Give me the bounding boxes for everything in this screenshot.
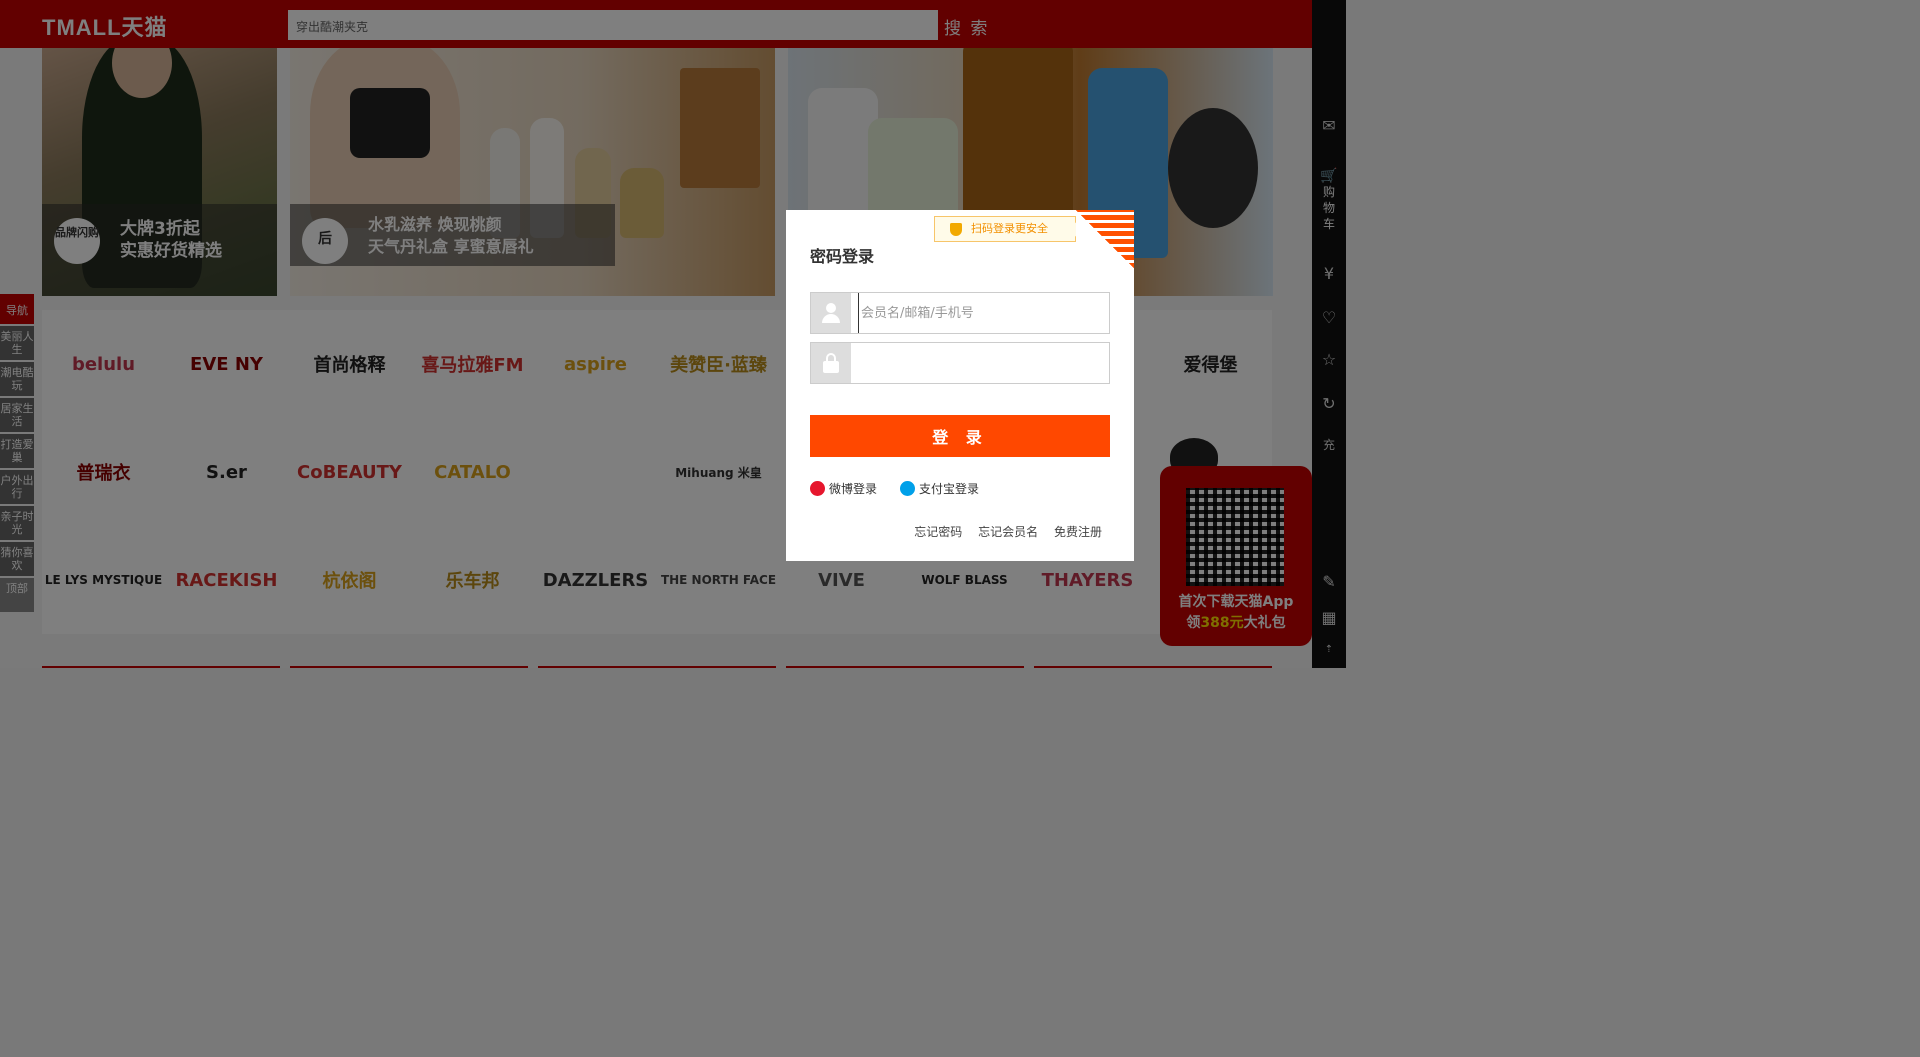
qr-code-icon xyxy=(1076,210,1134,268)
user-icon xyxy=(811,293,851,333)
qr-login-toggle[interactable] xyxy=(1076,210,1134,268)
shield-icon xyxy=(950,223,962,236)
login-title: 密码登录 xyxy=(810,247,875,266)
weibo-login[interactable]: 微博登录 xyxy=(810,480,877,497)
login-dialog: 密码登录 扫码登录更安全 登 录 微博登录 支付宝登录 忘记密码 忘记会员名 免… xyxy=(786,210,1134,561)
forgot-username-link[interactable]: 忘记会员名 xyxy=(978,525,1038,539)
username-input[interactable] xyxy=(858,293,1098,333)
qr-login-tip[interactable]: 扫码登录更安全 xyxy=(934,216,1076,242)
weibo-icon xyxy=(810,481,825,496)
login-button[interactable]: 登 录 xyxy=(810,415,1110,457)
forgot-password-link[interactable]: 忘记密码 xyxy=(914,525,962,539)
login-links: 忘记密码 忘记会员名 免费注册 xyxy=(902,523,1102,540)
username-field xyxy=(810,292,1110,334)
lock-icon xyxy=(811,343,851,383)
password-field xyxy=(810,342,1110,384)
alipay-icon xyxy=(900,481,915,496)
alipay-login[interactable]: 支付宝登录 xyxy=(900,480,979,497)
password-input[interactable] xyxy=(858,343,1098,383)
register-link[interactable]: 免费注册 xyxy=(1054,525,1102,539)
